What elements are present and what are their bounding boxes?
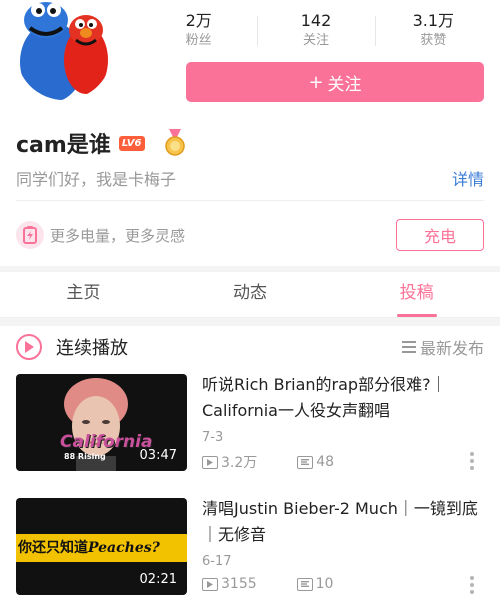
view-count-value: 3.2万 xyxy=(221,455,258,471)
tab-uploads[interactable]: 投稿 xyxy=(333,272,500,317)
medal-icon[interactable] xyxy=(163,129,187,157)
play-count-icon xyxy=(202,577,218,591)
charge-button[interactable]: 充电 xyxy=(396,219,484,251)
video-meta: 3.2万 48 xyxy=(202,452,334,472)
sort-button[interactable]: 最新发布 xyxy=(401,335,484,359)
avatar[interactable] xyxy=(16,0,112,100)
stat-value: 142 xyxy=(300,11,332,30)
bio-row: 同学们好，我是卡梅子 详情 xyxy=(16,166,484,190)
battery-icon xyxy=(16,221,44,249)
level-badge: LV6 xyxy=(118,135,145,151)
playlist-row: 连续播放 最新发布 xyxy=(16,332,484,362)
continuous-play-label: 连续播放 xyxy=(56,338,128,359)
view-count-value: 3155 xyxy=(221,576,257,592)
video-meta: 3155 10 xyxy=(202,576,333,592)
stat-value: 2万 xyxy=(185,11,212,30)
video-item[interactable]: 你还只知道Peaches? 02:21 清唱Justin Bieber-2 Mu… xyxy=(16,498,484,598)
sort-label: 最新发布 xyxy=(419,339,484,358)
stat-label: 关注 xyxy=(302,33,329,48)
thumbnail-subtext: 88 Rising xyxy=(64,452,106,461)
follow-button[interactable]: + 关注 xyxy=(186,62,484,102)
continuous-play-button[interactable]: 连续播放 xyxy=(16,334,128,360)
thumbnail-text-cn: 你还只知道 xyxy=(18,540,88,556)
stat-likes[interactable]: 3.1万 获赞 xyxy=(374,10,492,54)
video-item[interactable]: California 88 Rising 03:47 听说Rich Brian的… xyxy=(16,374,484,474)
view-count: 3.2万 xyxy=(202,452,257,472)
section-gap xyxy=(0,318,500,326)
danmaku-count-value: 10 xyxy=(315,576,334,592)
bio-text: 同学们好，我是卡梅子 xyxy=(16,170,177,189)
danmaku-count: 48 xyxy=(297,454,334,470)
stat-followers[interactable]: 2万 粉丝 xyxy=(140,10,257,54)
play-count-icon xyxy=(202,455,218,469)
username: cam是谁 xyxy=(16,133,111,158)
tab-dynamics[interactable]: 动态 xyxy=(167,272,334,317)
stat-following[interactable]: 142 关注 xyxy=(257,10,374,54)
video-duration: 02:21 xyxy=(139,572,177,587)
charge-text: 更多电量，更多灵感 xyxy=(50,226,186,245)
tab-home[interactable]: 主页 xyxy=(0,272,167,317)
view-count: 3155 xyxy=(202,576,257,592)
stat-label: 获赞 xyxy=(420,33,447,48)
stat-value: 3.1万 xyxy=(412,11,455,30)
video-title[interactable]: 清唱Justin Bieber-2 Much｜一镜到底｜无修音 xyxy=(202,496,486,548)
video-title[interactable]: 听说Rich Brian的rap部分很难?｜California一人役女声翻唱 xyxy=(202,372,486,424)
danmaku-icon xyxy=(296,577,313,591)
stat-label: 粉丝 xyxy=(185,33,212,48)
charge-info: 更多电量，更多灵感 xyxy=(16,221,185,249)
plus-icon: + xyxy=(308,71,324,93)
divider xyxy=(16,200,484,201)
thumbnail-text-en: Peaches? xyxy=(88,540,160,556)
name-row: cam是谁 LV6 xyxy=(16,128,187,158)
details-link[interactable]: 详情 xyxy=(452,166,484,190)
danmaku-count: 10 xyxy=(296,576,334,592)
video-thumbnail[interactable]: California 88 Rising 03:47 xyxy=(16,374,187,471)
video-thumbnail[interactable]: 你还只知道Peaches? 02:21 xyxy=(16,498,187,595)
list-icon xyxy=(401,341,416,353)
video-date: 6-17 xyxy=(202,554,232,569)
video-duration: 03:47 xyxy=(139,448,177,463)
video-date: 7-3 xyxy=(202,430,224,445)
danmaku-count-value: 48 xyxy=(316,454,335,470)
follow-label: 关注 xyxy=(327,74,362,95)
more-options-icon[interactable] xyxy=(470,576,474,594)
more-options-icon[interactable] xyxy=(470,452,474,470)
play-icon xyxy=(16,334,42,360)
profile-stats: 2万 粉丝 142 关注 3.1万 获赞 xyxy=(140,10,492,54)
profile-tabs: 主页 动态 投稿 xyxy=(0,272,500,318)
danmaku-icon xyxy=(297,455,314,469)
charge-row: 更多电量，更多灵感 充电 xyxy=(16,218,484,252)
thumbnail-text: 你还只知道Peaches? xyxy=(18,537,186,557)
